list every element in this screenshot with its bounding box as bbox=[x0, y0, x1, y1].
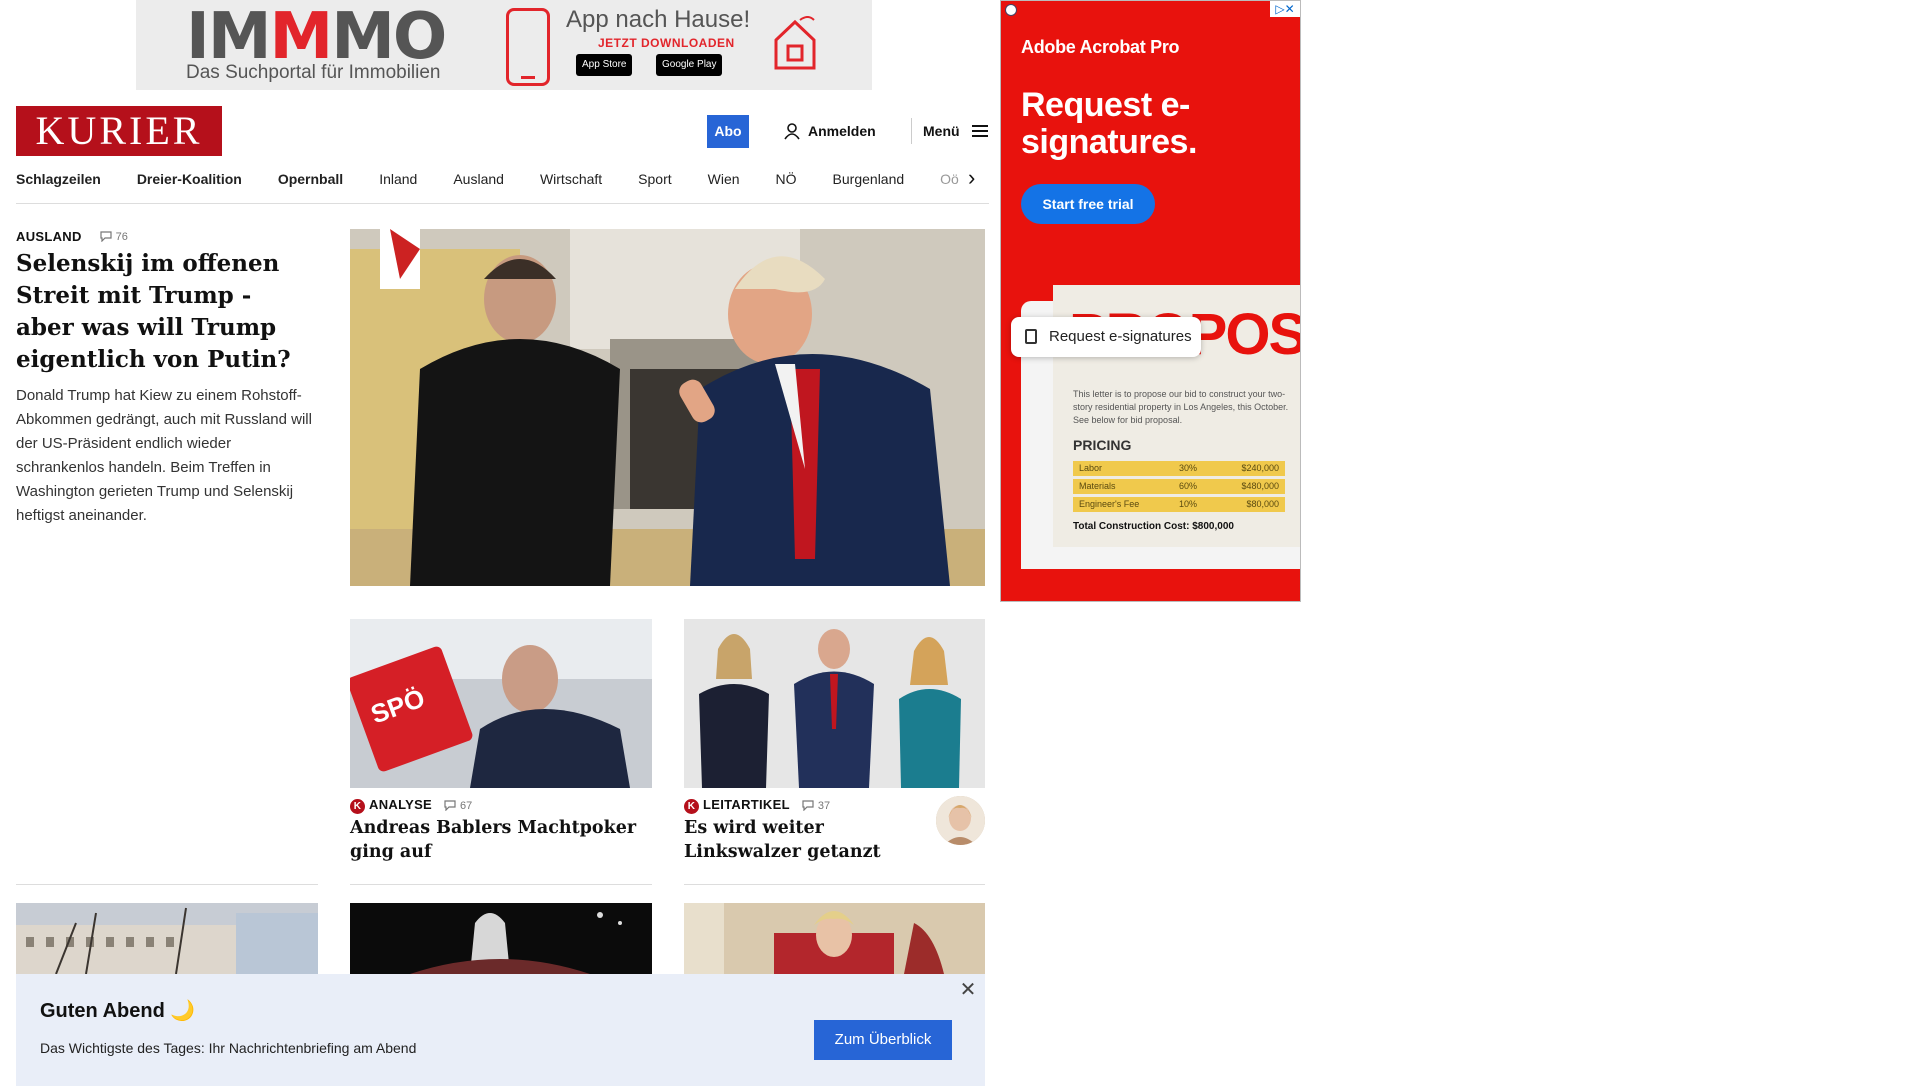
lead-comment-count: 76 bbox=[115, 230, 128, 243]
user-icon bbox=[784, 122, 800, 139]
lead-kicker[interactable]: AUSLAND bbox=[16, 229, 82, 244]
banner-text: Das Wichtigste des Tages: Ihr Nachrichte… bbox=[40, 1040, 417, 1056]
card2-kicker[interactable]: K LEITARTIKEL bbox=[684, 797, 790, 814]
card1-kicker[interactable]: K ANALYSE bbox=[350, 797, 432, 814]
comment-icon bbox=[100, 231, 112, 242]
request-esignatures-pill: Request e-signatures bbox=[1011, 317, 1201, 357]
lead-comments[interactable]: 76 bbox=[100, 231, 128, 243]
immmo-logo: IMMMO bbox=[186, 0, 447, 74]
nav-item-ausland[interactable]: Ausland bbox=[453, 171, 504, 187]
adobe-brand: Adobe Acrobat Pro bbox=[1021, 37, 1180, 57]
card2-comment-count: 37 bbox=[817, 799, 831, 812]
pill-label: Request e-signatures bbox=[1049, 328, 1192, 345]
ad-app-text: App nach Hause! bbox=[566, 6, 751, 33]
kurier-k-icon: K bbox=[684, 799, 699, 814]
login-button[interactable]: Anmelden bbox=[784, 120, 876, 142]
card-image-night[interactable] bbox=[350, 903, 652, 974]
card2-meta: K LEITARTIKEL 37 bbox=[684, 797, 830, 814]
card-image-politicians[interactable] bbox=[684, 619, 985, 788]
close-icon[interactable]: ✕ bbox=[958, 980, 978, 1000]
card1-comment-count: 67 bbox=[460, 799, 473, 812]
nav-item-ooe[interactable]: Oö bbox=[940, 171, 959, 187]
ad-proposal-text: This letter is to propose our bid to con… bbox=[1073, 389, 1289, 425]
ad-pricing-label: PRICING bbox=[1073, 437, 1132, 453]
nav-item-wirtschaft[interactable]: Wirtschaft bbox=[540, 171, 602, 187]
card-image-opernball[interactable] bbox=[684, 903, 985, 974]
nav-item-inland[interactable]: Inland bbox=[379, 171, 417, 187]
nav-item-noe[interactable]: NÖ bbox=[776, 171, 797, 187]
category-nav: Schlagzeilen Dreier-Koalition Opernball … bbox=[16, 166, 989, 192]
abo-button[interactable]: Abo bbox=[707, 115, 749, 148]
ad-price-row: Materials 60% $480,000 bbox=[1073, 479, 1285, 494]
nav-next-arrow-icon[interactable]: › bbox=[968, 167, 975, 189]
lead-headline[interactable]: Selenskij im offenen Streit mit Trump - … bbox=[16, 248, 306, 376]
ad-price-row: Engineer's Fee 10% $80,000 bbox=[1073, 497, 1285, 512]
document-icon bbox=[1025, 329, 1037, 344]
lead-teaser[interactable]: Donald Trump hat Kiew zu einem Rohstoff-… bbox=[16, 384, 322, 528]
card-image-building[interactable] bbox=[16, 903, 318, 974]
author-avatar bbox=[936, 796, 985, 845]
section-divider bbox=[350, 884, 652, 885]
lead-meta: AUSLAND 76 bbox=[16, 229, 128, 244]
zum-ueberblick-button[interactable]: Zum Überblick bbox=[814, 1020, 952, 1060]
ad-close-icon[interactable]: ▷✕ bbox=[1270, 1, 1300, 17]
ad-choices-icon[interactable] bbox=[1005, 4, 1017, 16]
start-free-trial-button[interactable]: Start free trial bbox=[1021, 184, 1155, 224]
card2-comments[interactable]: 37 bbox=[802, 800, 830, 812]
card1-meta: K ANALYSE 67 bbox=[350, 797, 472, 814]
menu-button[interactable]: Menü bbox=[923, 120, 988, 142]
banner-title: Guten Abend 🌙 bbox=[40, 1000, 196, 1022]
adobe-ad[interactable]: ▷✕ Adobe Acrobat Pro Request e-signature… bbox=[1000, 0, 1301, 602]
hamburger-icon bbox=[971, 125, 988, 137]
login-label: Anmelden bbox=[808, 123, 876, 139]
ad-tagline: Das Suchportal für Immobilien bbox=[186, 62, 441, 83]
googleplay-badge[interactable]: Google Play bbox=[656, 54, 723, 76]
top-ad-banner[interactable]: IMMMO Das Suchportal für Immobilien App … bbox=[136, 0, 872, 90]
ad-price-row: Labor 30% $240,000 bbox=[1073, 461, 1285, 476]
lead-image[interactable] bbox=[350, 229, 985, 586]
nav-divider-line bbox=[16, 203, 989, 204]
comment-icon bbox=[802, 800, 814, 811]
menu-label: Menü bbox=[923, 123, 960, 139]
header-divider bbox=[911, 118, 912, 144]
ad-headline: Request e-signatures. bbox=[1021, 86, 1197, 161]
phone-icon bbox=[506, 8, 550, 86]
ad-download-text: JETZT DOWNLOADEN bbox=[598, 36, 735, 50]
card2-headline[interactable]: Es wird weiter Linkswalzer getanzt bbox=[684, 816, 904, 864]
nav-item-sport[interactable]: Sport bbox=[638, 171, 671, 187]
section-divider bbox=[684, 884, 985, 885]
nav-item-burgenland[interactable]: Burgenland bbox=[833, 171, 905, 187]
nav-item-dreier-koalition[interactable]: Dreier-Koalition bbox=[137, 171, 242, 187]
kurier-k-icon: K bbox=[350, 799, 365, 814]
card1-comments[interactable]: 67 bbox=[444, 800, 472, 812]
house-icon bbox=[774, 16, 816, 70]
card-image-babler[interactable]: SPÖ bbox=[350, 619, 652, 788]
nav-item-schlagzeilen[interactable]: Schlagzeilen bbox=[16, 171, 101, 187]
nav-item-wien[interactable]: Wien bbox=[708, 171, 740, 187]
ad-total: Total Construction Cost: $800,000 bbox=[1073, 521, 1234, 532]
card1-headline[interactable]: Andreas Bablers Machtpoker ging auf bbox=[350, 816, 652, 864]
comment-icon bbox=[444, 800, 456, 811]
section-divider bbox=[16, 884, 318, 885]
kurier-logo[interactable]: KURIER bbox=[16, 106, 222, 156]
appstore-badge[interactable]: App Store bbox=[576, 54, 633, 76]
nav-item-opernball[interactable]: Opernball bbox=[278, 171, 343, 187]
